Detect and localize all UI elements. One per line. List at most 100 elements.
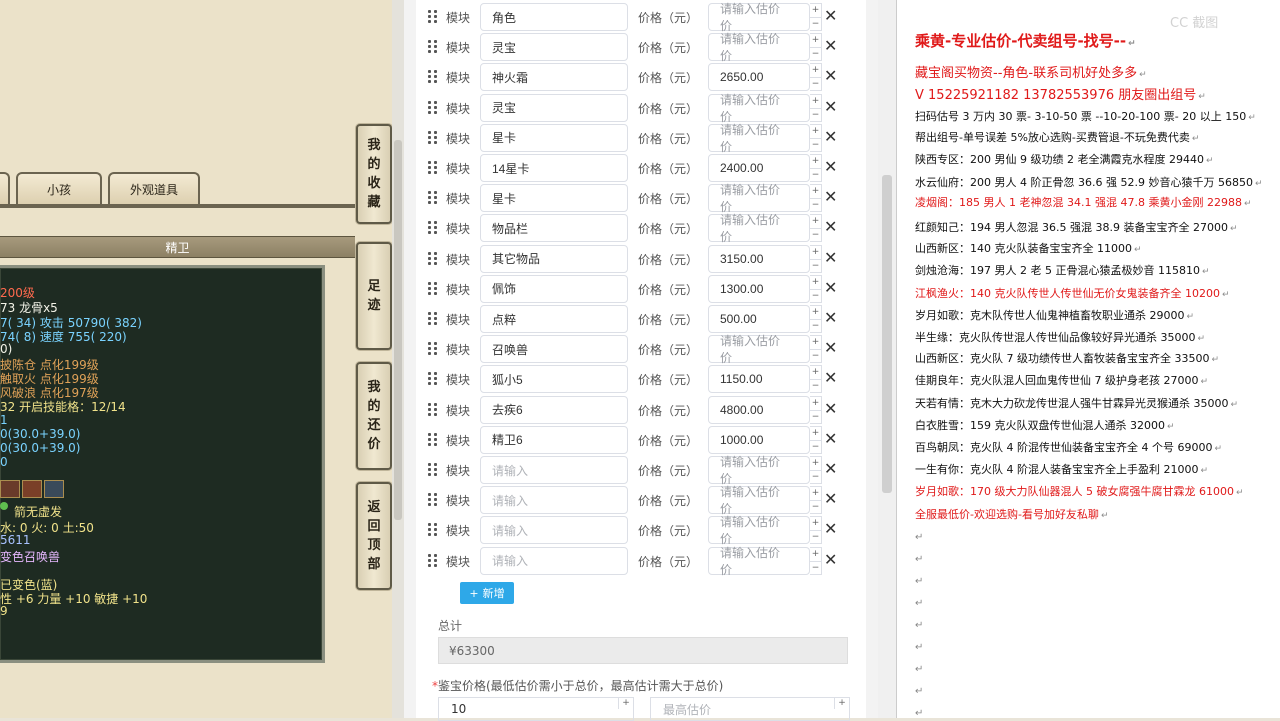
increment-icon[interactable]: + — [810, 95, 821, 109]
price-stepper[interactable]: + − — [810, 184, 822, 213]
increment-icon[interactable]: + — [810, 548, 821, 562]
increment-icon[interactable]: + — [810, 427, 821, 441]
increment-icon[interactable]: + — [810, 64, 821, 79]
price-stepper[interactable]: + − — [810, 456, 822, 484]
decrement-icon[interactable]: − — [810, 562, 821, 575]
module-name-input[interactable]: 请输入 — [480, 486, 628, 515]
price-stepper[interactable]: + − — [810, 244, 822, 273]
price-input[interactable]: 1000.00 — [708, 425, 810, 454]
form-scrollbar-thumb[interactable] — [882, 175, 892, 493]
decrement-icon[interactable]: − — [810, 139, 821, 152]
price-input[interactable]: 1150.00 — [708, 365, 810, 394]
price-input[interactable]: 请输入估价价 — [708, 123, 810, 154]
close-icon[interactable]: ✕ — [824, 308, 837, 328]
drag-handle-icon[interactable] — [428, 10, 438, 24]
game-scrollbar-thumb[interactable] — [394, 140, 402, 520]
price-input[interactable]: 500.00 — [708, 305, 810, 333]
module-name-input[interactable]: 请输入 — [480, 456, 628, 484]
module-name-input[interactable]: 狐小5 — [480, 365, 628, 394]
drag-handle-icon[interactable] — [428, 402, 438, 417]
price-input[interactable]: 3150.00 — [708, 244, 810, 273]
decrement-icon[interactable]: − — [810, 380, 821, 393]
drag-handle-icon[interactable] — [428, 523, 438, 537]
game-tab-child[interactable]: 小孩 — [16, 172, 102, 204]
close-icon[interactable]: ✕ — [824, 36, 837, 56]
price-stepper[interactable]: + − — [810, 3, 822, 31]
module-name-input[interactable]: 佩饰 — [480, 274, 628, 303]
module-name-input[interactable]: 灵宝 — [480, 33, 628, 62]
increment-icon[interactable]: + — [810, 336, 821, 351]
module-name-input[interactable]: 14星卡 — [480, 154, 628, 182]
module-name-input[interactable]: 召唤兽 — [480, 335, 628, 364]
module-name-input[interactable]: 星卡 — [480, 184, 628, 213]
increment-icon[interactable]: + — [810, 185, 821, 200]
increment-icon[interactable]: + — [810, 306, 821, 320]
close-icon[interactable]: ✕ — [824, 157, 837, 177]
form-scrollbar[interactable] — [878, 0, 896, 718]
price-input[interactable]: 请输入估价价 — [708, 515, 810, 546]
decrement-icon[interactable]: − — [810, 531, 821, 544]
price-stepper[interactable]: + − — [810, 335, 822, 364]
game-scrollbar[interactable] — [392, 0, 404, 718]
decrement-icon[interactable]: − — [810, 290, 821, 303]
close-icon[interactable]: ✕ — [824, 217, 837, 237]
skill-icon[interactable] — [22, 480, 42, 498]
price-stepper[interactable]: + − — [810, 395, 822, 424]
increment-icon[interactable]: + — [810, 155, 821, 169]
increment-icon[interactable]: + — [810, 246, 821, 260]
back-to-top-button[interactable]: 返 回 顶 部 — [356, 482, 392, 590]
drag-handle-icon[interactable] — [428, 191, 438, 205]
price-stepper[interactable]: + − — [810, 154, 822, 182]
close-icon[interactable]: ✕ — [824, 6, 837, 26]
close-icon[interactable]: ✕ — [824, 489, 837, 509]
decrement-icon[interactable]: − — [810, 48, 821, 61]
price-stepper[interactable]: + − — [810, 63, 822, 92]
price-stepper[interactable]: + − — [810, 214, 822, 243]
decrement-icon[interactable]: − — [810, 260, 821, 273]
increment-icon[interactable]: + — [810, 4, 821, 18]
drag-handle-icon[interactable] — [428, 312, 438, 326]
close-icon[interactable]: ✕ — [824, 459, 837, 479]
price-input[interactable]: 请输入估价价 — [708, 455, 810, 486]
price-stepper[interactable]: + − — [810, 516, 822, 545]
price-input[interactable]: 请输入估价价 — [708, 2, 810, 33]
close-icon[interactable]: ✕ — [824, 97, 837, 117]
price-stepper[interactable]: + − — [810, 425, 822, 454]
drag-handle-icon[interactable] — [428, 493, 438, 507]
increment-icon[interactable]: + — [810, 397, 821, 411]
decrement-icon[interactable]: − — [810, 411, 821, 424]
skill-icon[interactable] — [44, 480, 64, 498]
increment-icon[interactable]: + — [810, 215, 821, 230]
increment-icon[interactable]: + — [810, 457, 821, 471]
decrement-icon[interactable]: − — [810, 18, 821, 31]
close-icon[interactable]: ✕ — [824, 368, 837, 388]
drag-handle-icon[interactable] — [428, 161, 438, 175]
price-stepper[interactable]: + − — [810, 123, 822, 152]
drag-handle-icon[interactable] — [428, 251, 438, 266]
module-name-input[interactable]: 物品栏 — [480, 214, 628, 243]
price-stepper[interactable]: + − — [810, 486, 822, 515]
drag-handle-icon[interactable] — [428, 372, 438, 386]
drag-handle-icon[interactable] — [428, 130, 438, 145]
decrement-icon[interactable]: − — [810, 78, 821, 91]
price-input[interactable]: 请输入估价价 — [708, 183, 810, 214]
my-favorites-button[interactable]: 我 的 收 藏 — [356, 124, 392, 224]
my-bargain-button[interactable]: 我 的 还 价 — [356, 362, 392, 470]
drag-handle-icon[interactable] — [428, 553, 438, 568]
drag-handle-icon[interactable] — [428, 463, 438, 477]
increment-icon[interactable]: + — [810, 366, 821, 381]
decrement-icon[interactable]: − — [810, 169, 821, 182]
increment-icon[interactable]: + — [810, 276, 821, 290]
drag-handle-icon[interactable] — [428, 100, 438, 115]
drag-handle-icon[interactable] — [428, 342, 438, 356]
module-name-input[interactable]: 请输入 — [480, 546, 628, 575]
module-name-input[interactable]: 去疾6 — [480, 395, 628, 424]
module-name-input[interactable]: 神火霜 — [480, 63, 628, 92]
price-stepper[interactable]: + − — [810, 93, 822, 122]
decrement-icon[interactable]: − — [810, 229, 821, 242]
drag-handle-icon[interactable] — [428, 221, 438, 235]
module-name-input[interactable]: 请输入 — [480, 516, 628, 545]
max-estimate-input[interactable]: 最高估价 — [650, 697, 850, 721]
drag-handle-icon[interactable] — [428, 40, 438, 54]
close-icon[interactable]: ✕ — [824, 187, 837, 207]
